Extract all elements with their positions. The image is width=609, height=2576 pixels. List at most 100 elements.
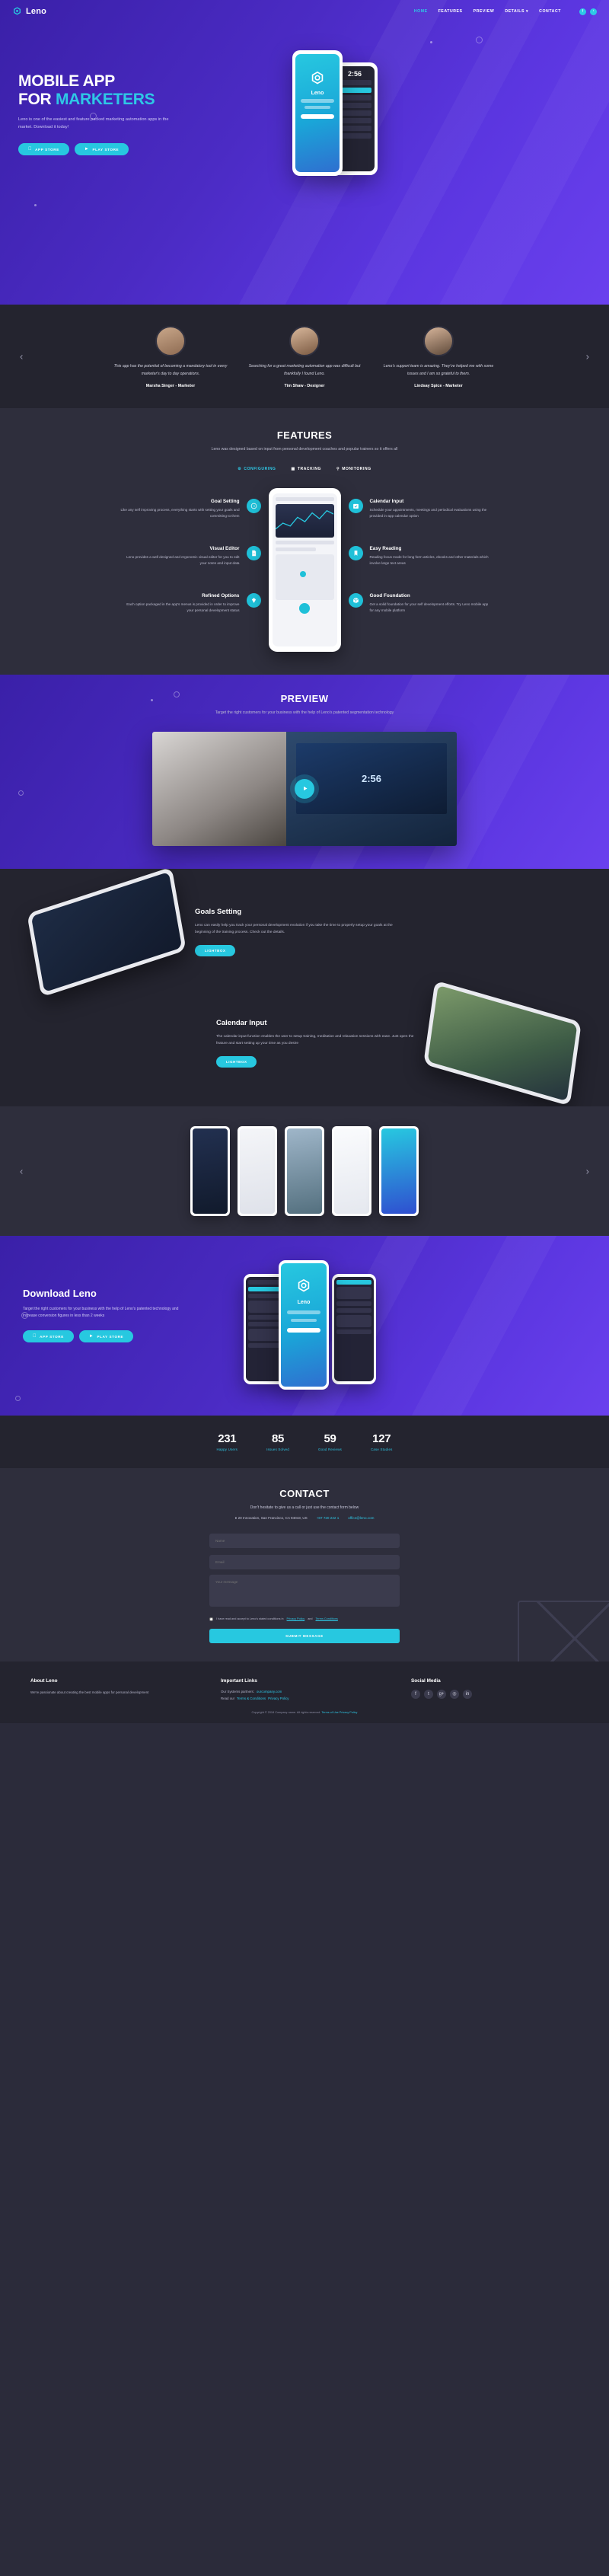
contact-email[interactable]: office@leno.com [348,1516,374,1520]
tab-monitoring[interactable]: ⚲ MONITORING [336,467,371,471]
screenshots-next-button[interactable]: › [586,1165,589,1176]
stat-good-reviews: 59 Good Reviews [318,1432,342,1451]
brand-logo[interactable]: Leno [12,6,46,17]
email-field[interactable] [209,1554,400,1569]
download-play-store-button[interactable]: ► PLAY STORE [78,1330,134,1343]
feature-calendar-input: Calendar Input Schedule your appointment… [348,498,489,520]
twitter-icon[interactable]: t [424,1689,433,1699]
stat-number: 127 [372,1432,391,1445]
screenshot-photo[interactable] [285,1125,324,1216]
decor-ring [15,1395,21,1401]
stat-label: Happy Users [216,1447,238,1451]
footer-about-text: We're passionate about creating the best… [30,1690,149,1694]
consent-and: and [308,1617,313,1621]
feature-text: Like any self improving process, everyth… [120,507,240,519]
contact-address: ● 20 Innovation, San Francisco, CA 94043… [235,1516,308,1520]
app-hexagon-logo-icon [298,1278,310,1292]
contact-section: CONTACT Don't hesitate to give us a call… [0,1467,609,1661]
tab-tracking[interactable]: ▦ TRACKING [292,467,322,471]
feature-title: Easy Reading [369,545,402,551]
play-store-button[interactable]: ► PLAY STORE [74,143,129,156]
feature-text: Leno provides a well designed and ergono… [126,554,240,566]
terms-conditions-link[interactable]: Terms Conditions [316,1617,338,1620]
screenshot-article[interactable] [238,1125,277,1216]
footer: About Leno We're passionate about creati… [0,1661,609,1711]
download-app-store-button[interactable]:  APP STORE [23,1330,74,1343]
location-pin-icon: ● [234,1515,238,1520]
footer-link-prefix: Our Systems partners: [221,1689,254,1693]
nav-item-features[interactable]: FEATURES [438,9,463,14]
box-icon [348,592,363,608]
footer-privacy-policy-link[interactable]: Privacy Policy [340,1711,358,1714]
name-field[interactable] [209,1533,400,1548]
hero-subtitle: Leno is one of the easiest and feature p… [18,117,169,129]
hero-section: Leno HOME FEATURES PREVIEW DETAILS ▾ CON… [0,0,609,305]
features-left-column: Goal Setting Like any self improving pro… [120,488,261,652]
download-app-name: Leno [297,1299,311,1305]
feature-chart-preview [275,503,334,538]
avatar [155,326,186,356]
tab-configuring[interactable]: ⚙ CONFIGURING [238,467,276,471]
app-store-button[interactable]:  APP STORE [18,143,69,156]
stat-happy-users: 231 Happy Users [217,1432,238,1451]
stat-number: 59 [324,1432,336,1445]
contact-title: CONTACT [279,1487,330,1499]
testimonials-section: ‹ › This app has the potential of becomi… [0,305,609,409]
preview-video[interactable]: 2:56 [152,731,457,846]
partners-link[interactable]: ourcompany.com [257,1690,282,1693]
message-field[interactable] [209,1574,400,1607]
instagram-icon[interactable]: ◎ [450,1689,459,1699]
nav-item-home[interactable]: HOME [414,9,428,14]
detail-row-calendar: Calendar Input The calendar input functi… [0,980,609,1106]
download-app-store-label: APP STORE [36,1334,63,1339]
stat-issues-solved: 85 Issues Solved [266,1432,289,1451]
play-store-label: PLAY STORE [88,147,118,152]
video-left-image [152,731,286,846]
svg-text:<>: <> [252,552,255,555]
lightbox-button[interactable]: LIGHTBOX [216,1055,257,1068]
nav-item-contact[interactable]: CONTACT [539,9,561,14]
footer-link-prefix: Read our [221,1696,235,1700]
nav-item-preview[interactable]: PREVIEW [473,9,495,14]
contact-phone[interactable]: +87 720 222 1 [317,1516,340,1520]
testimonial-quote: This app has the potential of becoming a… [113,364,228,376]
linkedin-icon[interactable]: in [463,1689,472,1699]
screenshot-chart[interactable] [379,1125,419,1216]
calendar-phone-mockup [423,980,582,1106]
hero-title-line2-plain: FOR [18,91,56,109]
consent-checkbox[interactable] [209,1617,213,1621]
tab-configuring-label: CONFIGURING [244,466,276,471]
play-button-icon[interactable] [295,778,314,799]
screenshot-dashboard[interactable] [190,1125,230,1216]
feature-title: Refined Options [202,592,240,599]
features-section: FEATURES Leno was designed based on inpu… [0,408,609,675]
testimonial-prev-button[interactable]: ‹ [20,351,23,362]
google-plus-icon[interactable]: g+ [437,1689,446,1699]
stat-case-studies: 127 Case Studies [371,1432,393,1451]
nav-item-details[interactable]: DETAILS ▾ [505,9,528,14]
lightbox-button[interactable]: LIGHTBOX [195,944,236,956]
submit-message-button[interactable]: SUBMIT MESSAGE [209,1628,400,1643]
privacy-policy-link[interactable]: Privacy Policy [287,1617,305,1620]
footsteps-icon: ▦ [291,466,295,471]
twitter-icon[interactable]: ᵗ [590,8,597,15]
facebook-icon[interactable]: f [411,1689,420,1699]
hero-buttons:  APP STORE ► PLAY STORE [18,143,269,156]
feature-title: Goal Setting [210,498,240,504]
footer-social-title: Social Media [411,1677,441,1684]
video-screen-time: 2:56 [361,772,381,784]
feature-title: Calendar Input [369,498,404,504]
testimonial-quote: Searching for a great marketing automati… [248,364,361,376]
terms-of-use-link[interactable]: Terms of Use [321,1711,338,1714]
testimonial-next-button[interactable]: › [586,351,589,362]
tab-tracking-label: TRACKING [297,466,322,471]
facebook-icon[interactable]: f [579,8,586,15]
terms-link[interactable]: Terms & Conditions [237,1697,266,1700]
privacy-link[interactable]: Privacy Policy [268,1697,289,1700]
testimonial-card: This app has the potential of becoming a… [113,326,228,388]
screenshots-prev-button[interactable]: ‹ [20,1165,23,1176]
screenshot-list[interactable] [332,1125,371,1216]
footer-about: About Leno We're passionate about creati… [30,1678,198,1703]
avatar [289,326,320,356]
testimonial-author: Lindsay Spice - Marketer [414,384,463,389]
